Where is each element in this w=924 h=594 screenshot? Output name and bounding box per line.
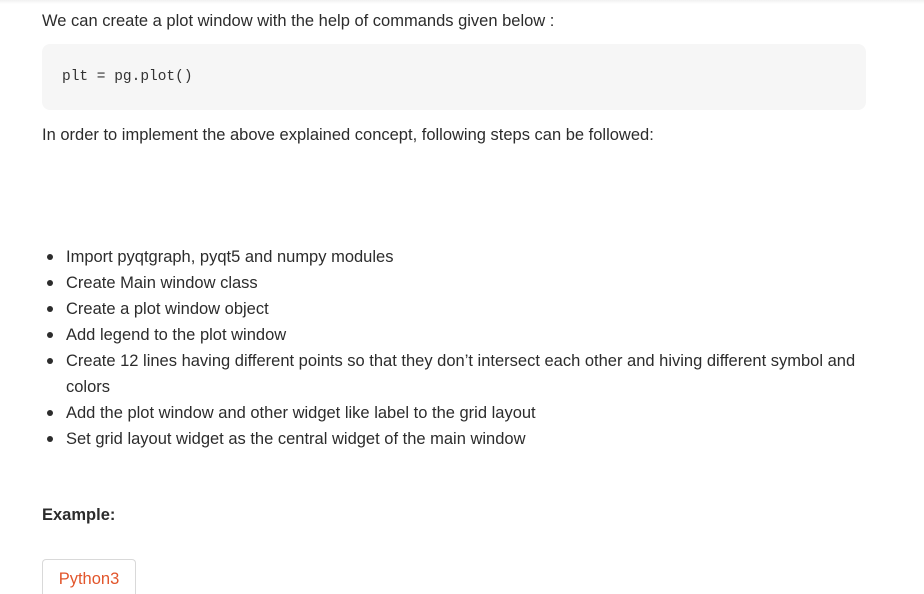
example-heading: Example:	[42, 506, 116, 524]
list-item-text: Import pyqtgraph, pyqt5 and numpy module…	[66, 248, 394, 266]
list-item-text: Create a plot window object	[66, 300, 269, 318]
list-item-text: Create Main window class	[66, 274, 258, 292]
steps-intro-paragraph: In order to implement the above explaine…	[42, 126, 654, 144]
bullet-icon	[47, 306, 53, 312]
list-item: Set grid layout widget as the central wi…	[42, 426, 882, 452]
list-item-text: Create 12 lines having different points …	[66, 352, 856, 396]
list-item: Import pyqtgraph, pyqt5 and numpy module…	[42, 244, 882, 270]
list-item: Add legend to the plot window	[42, 322, 882, 348]
intro-paragraph: We can create a plot window with the hel…	[42, 12, 555, 30]
list-item-text: Add legend to the plot window	[66, 326, 287, 344]
bullet-icon	[47, 332, 53, 338]
bullet-icon	[47, 436, 53, 442]
list-item-text: Add the plot window and other widget lik…	[66, 404, 536, 422]
code-block: plt = pg.plot()	[42, 44, 866, 110]
list-item: Create Main window class	[42, 270, 882, 296]
bullet-icon	[47, 254, 53, 260]
code-snippet: plt = pg.plot()	[62, 69, 193, 85]
tab-python3-label: Python3	[58, 570, 120, 588]
bullet-icon	[47, 410, 53, 416]
bullet-icon	[47, 280, 53, 286]
tab-python3[interactable]: Python3	[42, 559, 136, 594]
top-edge-shadow	[0, 0, 924, 4]
list-item: Add the plot window and other widget lik…	[42, 400, 882, 426]
steps-list: Import pyqtgraph, pyqt5 and numpy module…	[42, 244, 882, 452]
list-item: Create 12 lines having different points …	[42, 348, 882, 400]
list-item: Create a plot window object	[42, 296, 882, 322]
list-item-text: Set grid layout widget as the central wi…	[66, 430, 526, 448]
bullet-icon	[47, 358, 53, 364]
